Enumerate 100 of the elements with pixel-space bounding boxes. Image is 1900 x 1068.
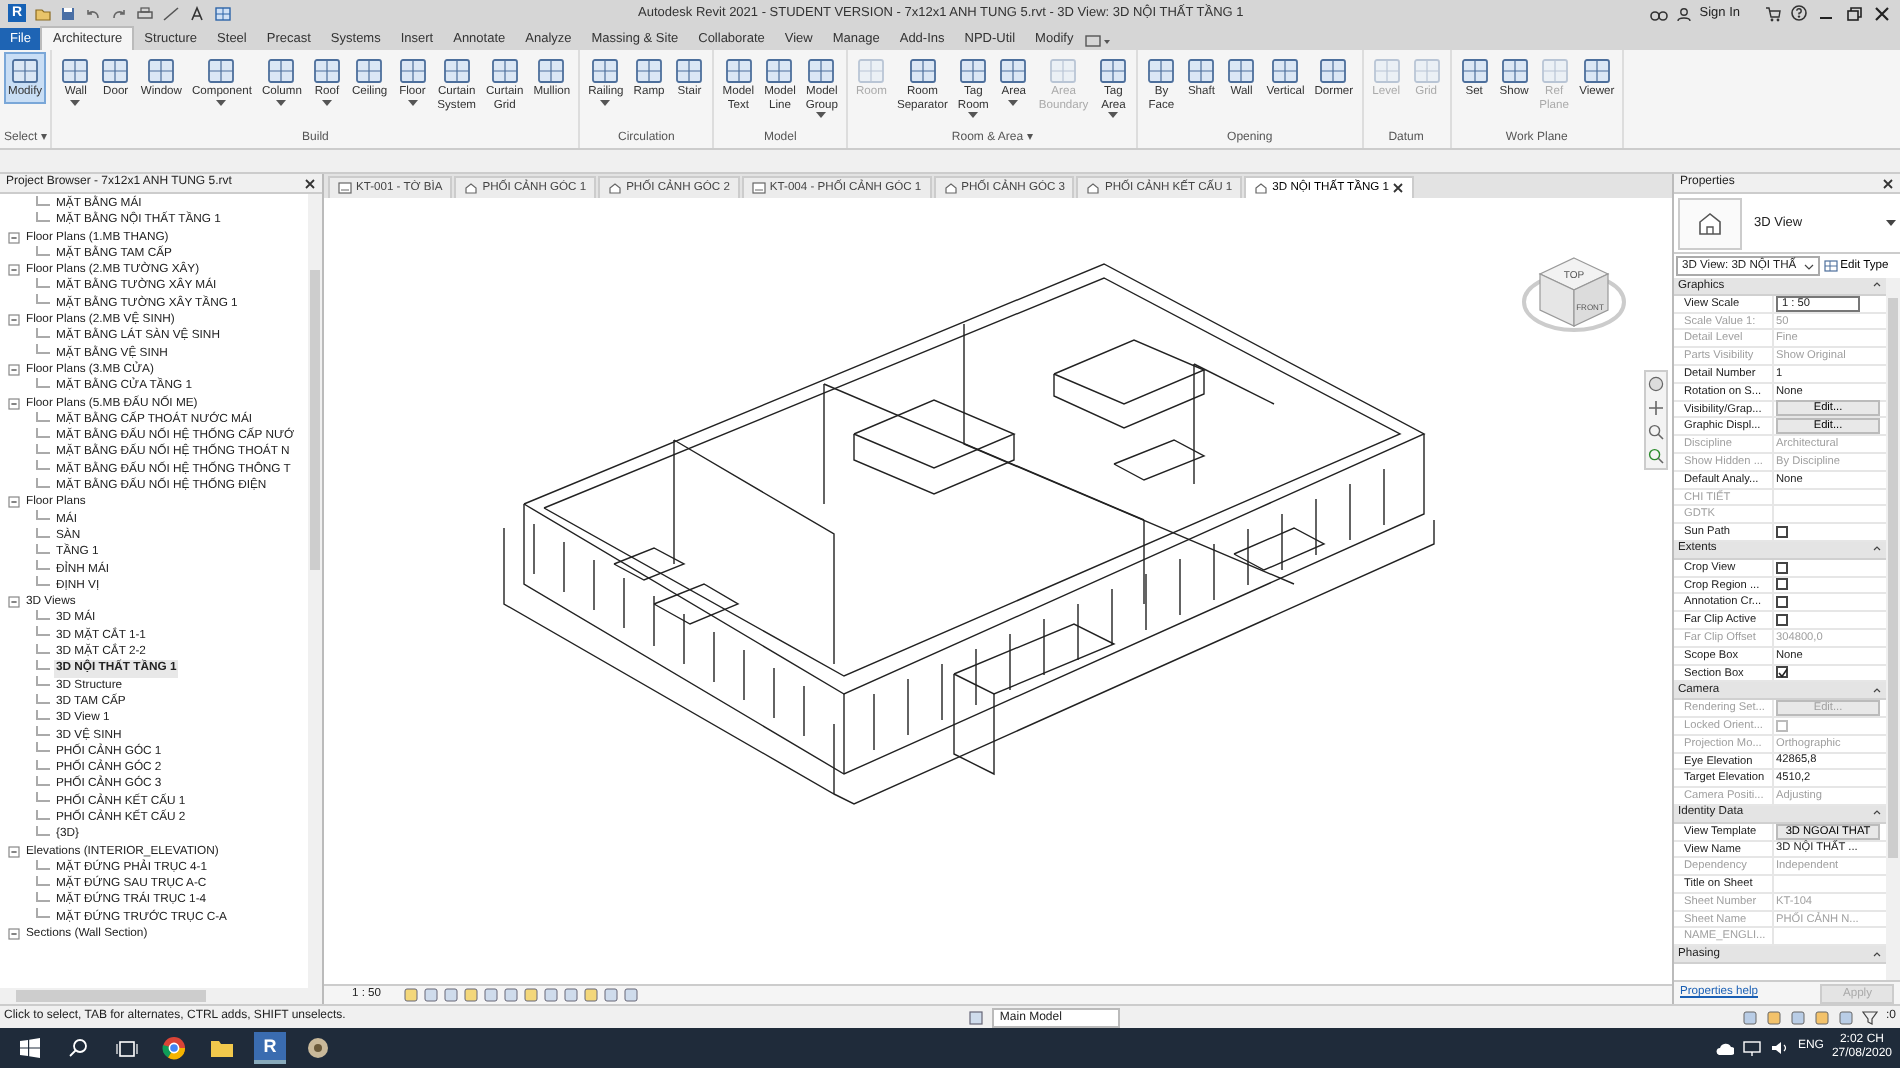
collapse-icon[interactable] — [8, 231, 20, 244]
tool-icon — [764, 56, 795, 86]
close-icon[interactable] — [1392, 182, 1405, 194]
tool-icon — [1146, 56, 1177, 86]
caret-icon — [216, 99, 227, 105]
caret-icon — [276, 99, 287, 105]
close-icon[interactable] — [1872, 5, 1892, 21]
app-icon[interactable]: R — [254, 1032, 286, 1064]
navigation-bar[interactable] — [1644, 370, 1668, 470]
tool-icon — [60, 56, 91, 86]
house-icon — [1086, 182, 1101, 194]
chevron-icon — [1804, 263, 1815, 269]
sheet-icon — [751, 182, 766, 194]
collapse-icon[interactable] — [8, 496, 20, 509]
caret-icon — [70, 99, 81, 105]
tool-icon — [958, 56, 989, 86]
caret-icon — [968, 112, 979, 118]
printer-icon[interactable] — [136, 5, 155, 21]
tool-icon — [856, 56, 887, 86]
tool-icon — [907, 56, 938, 86]
text-icon[interactable] — [188, 5, 207, 21]
house-icon — [608, 182, 623, 194]
collapse-icon[interactable] — [8, 314, 20, 327]
user-icon[interactable] — [1675, 5, 1692, 21]
tool-icon — [1226, 56, 1257, 86]
pan-icon[interactable] — [1648, 400, 1664, 416]
caret-icon — [816, 112, 827, 118]
window-grid-icon[interactable] — [214, 5, 233, 21]
house-icon — [943, 182, 958, 194]
close-icon[interactable] — [304, 177, 316, 189]
collapse-icon[interactable] — [8, 264, 20, 277]
browser-icon[interactable] — [162, 1036, 186, 1060]
redo-icon[interactable] — [110, 5, 129, 21]
folder-icon[interactable] — [210, 1038, 234, 1058]
collapse-icon[interactable] — [8, 596, 20, 609]
filter-icon[interactable] — [1862, 1009, 1878, 1025]
help-icon[interactable] — [1790, 4, 1808, 22]
save-icon[interactable] — [60, 5, 77, 21]
tool-icon — [1539, 56, 1570, 86]
tool-icon — [1499, 56, 1530, 86]
caret-icon — [321, 99, 332, 105]
checkbox[interactable] — [1776, 666, 1788, 679]
panel-options-icon[interactable] — [1083, 32, 1112, 50]
cart-icon[interactable] — [1764, 5, 1782, 21]
checkbox[interactable] — [1776, 614, 1788, 627]
app-icon[interactable] — [306, 1036, 330, 1060]
checkbox[interactable] — [1776, 526, 1788, 539]
tool-icon — [146, 56, 177, 86]
collapse-icon[interactable] — [1872, 544, 1882, 555]
zoom-icon[interactable] — [1648, 448, 1664, 464]
collapse-icon[interactable] — [8, 845, 20, 858]
tool-icon — [536, 56, 567, 86]
collapse-icon[interactable] — [8, 928, 20, 941]
checkbox[interactable] — [1776, 561, 1788, 574]
sheet-icon — [338, 182, 352, 194]
collapse-icon[interactable] — [1872, 685, 1882, 696]
tool-icon — [206, 56, 237, 86]
tool-icon — [266, 56, 297, 86]
collapse-icon[interactable] — [1872, 280, 1882, 291]
scrollbar[interactable] — [0, 988, 322, 1004]
caret-icon[interactable] — [1886, 220, 1896, 226]
check-icon — [1777, 667, 1787, 678]
binoculars-icon[interactable] — [1649, 5, 1668, 21]
checkbox[interactable] — [1776, 596, 1788, 609]
tool-icon — [1270, 56, 1301, 86]
zoom-icon[interactable] — [1648, 424, 1664, 440]
tool-icon — [397, 56, 428, 86]
search-icon[interactable] — [68, 1038, 88, 1058]
workset-icon[interactable] — [967, 1009, 984, 1025]
undo-icon[interactable] — [84, 5, 103, 21]
wheel-icon[interactable] — [1648, 376, 1664, 392]
collapse-icon[interactable] — [1872, 808, 1882, 819]
tool-icon — [634, 56, 665, 86]
tool-icon — [1581, 56, 1612, 86]
network-icon[interactable] — [1741, 1040, 1762, 1056]
task-view-icon[interactable] — [115, 1039, 137, 1057]
table-icon — [1824, 259, 1839, 272]
tool-icon — [489, 56, 520, 86]
collapse-icon[interactable] — [8, 397, 20, 410]
speaker-icon[interactable] — [1769, 1040, 1790, 1056]
scrollbar[interactable] — [308, 194, 322, 988]
restore-icon[interactable] — [1844, 5, 1864, 21]
tool-icon — [723, 56, 754, 86]
tool-icon — [1459, 56, 1490, 86]
checkbox[interactable] — [1776, 578, 1788, 591]
caret-icon — [600, 99, 611, 105]
collapse-icon[interactable] — [8, 364, 20, 377]
windows-logo-icon[interactable] — [20, 1038, 40, 1058]
tool-icon — [1048, 56, 1079, 86]
tool-icon — [354, 56, 385, 86]
caret-icon — [407, 99, 418, 105]
tool-icon — [590, 56, 621, 86]
tool-icon — [674, 56, 705, 86]
scrollbar[interactable] — [1886, 278, 1900, 980]
tool-icon — [100, 56, 131, 86]
collapse-icon[interactable] — [1872, 949, 1882, 960]
house-icon — [464, 182, 479, 194]
caret-icon — [1008, 99, 1019, 105]
close-icon[interactable] — [1882, 177, 1894, 189]
cloud-icon[interactable] — [1713, 1041, 1734, 1055]
